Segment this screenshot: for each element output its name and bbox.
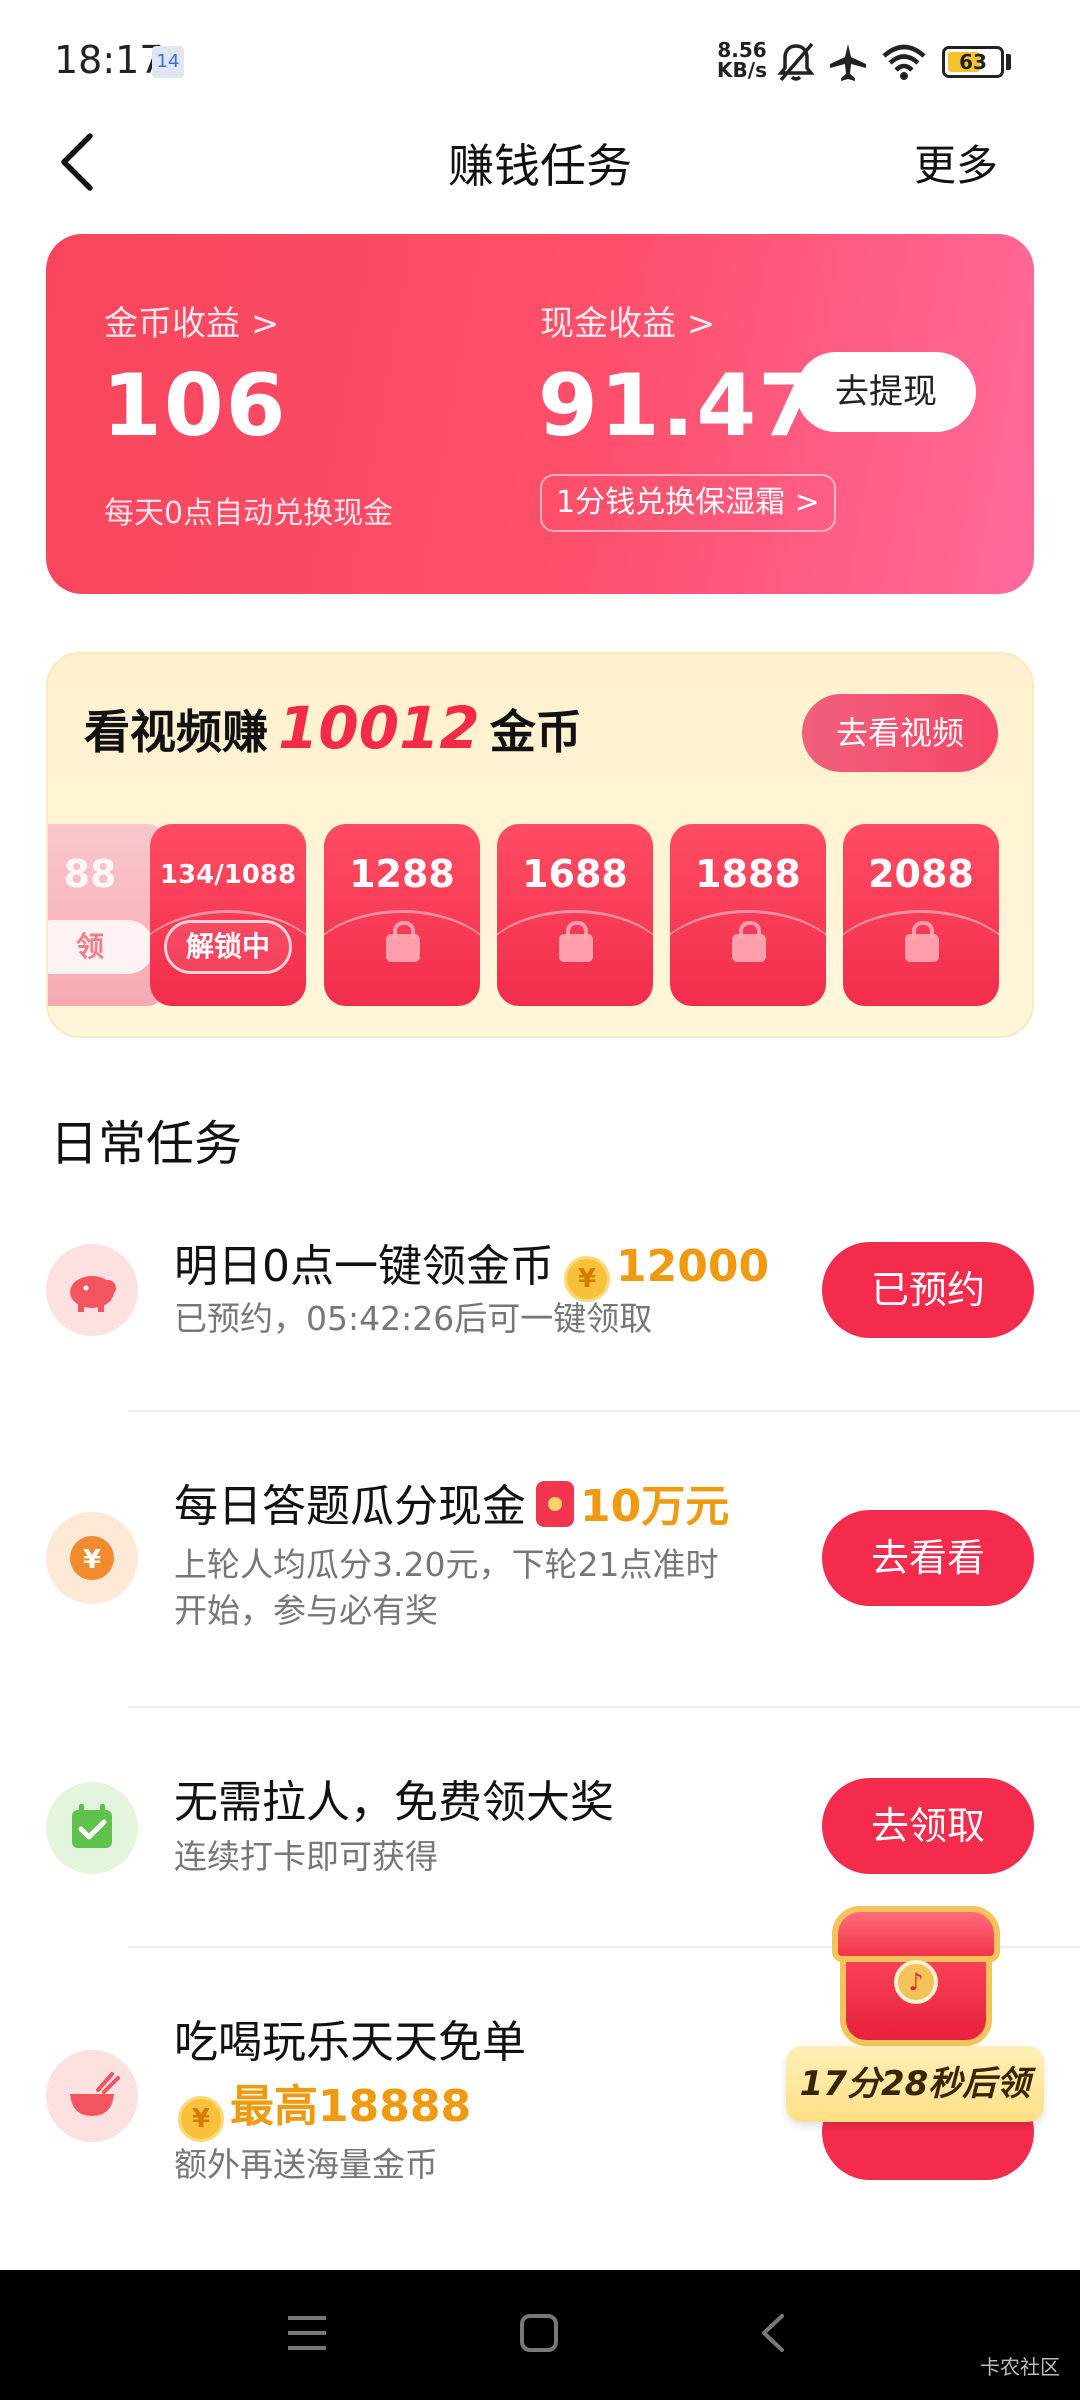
task-reward: 10万元 bbox=[580, 1481, 730, 1532]
task-title: 每日答题瓜分现金 10万元 bbox=[174, 1470, 729, 1534]
status-time: 18:17 bbox=[54, 38, 164, 82]
more-button[interactable]: 更多 bbox=[914, 132, 998, 193]
task-subtitle: 连续打卡即可获得 bbox=[174, 1837, 438, 1876]
daily-tasks-title: 日常任务 bbox=[50, 1116, 243, 1172]
watch-video-card: 看视频赚 10012 金币 去看视频 88 领 134/1088 解锁中 1288 … bbox=[46, 652, 1034, 1038]
video-title-number: 10012 bbox=[278, 694, 480, 762]
task-title-text: 明日0点一键领金币 bbox=[174, 1241, 554, 1292]
red-envelope[interactable]: 1288 bbox=[324, 824, 480, 1006]
music-note-icon: ♪ bbox=[894, 1960, 938, 2004]
task-subtitle: 额外再送海量金币 bbox=[174, 2145, 438, 2184]
coin-icon: ¥ bbox=[178, 2096, 224, 2142]
calendar-check-icon bbox=[46, 1782, 138, 1874]
cash-earnings-value: 91.47 bbox=[538, 356, 821, 456]
task-title: 明日0点一键领金币 ¥12000 bbox=[174, 1230, 769, 1302]
task-subtitle: 已预约，05:42:26后可一键领取 bbox=[174, 1299, 653, 1338]
svg-text:¥: ¥ bbox=[83, 1545, 101, 1575]
notification-badge: 14 bbox=[152, 46, 184, 78]
coin-earnings-label[interactable]: 金币收益 > bbox=[104, 296, 279, 345]
lock-icon bbox=[559, 921, 593, 962]
coin-earnings-value: 106 bbox=[102, 356, 288, 456]
go-look-button[interactable]: 去看看 bbox=[822, 1510, 1034, 1606]
task-subtitle-line: 上轮人均瓜分3.20元，下轮21点准时 bbox=[174, 1545, 719, 1584]
task-title: 无需拉人，免费领大奖 bbox=[174, 1777, 614, 1828]
red-envelope[interactable]: 134/1088 解锁中 bbox=[150, 824, 306, 1006]
lock-icon bbox=[905, 921, 939, 962]
red-packet-icon bbox=[536, 1481, 574, 1527]
exchange-offer-chip[interactable]: 1分钱兑换保湿霜 > bbox=[540, 474, 836, 532]
watermark: 卡农社区 bbox=[980, 2355, 1060, 2379]
envelope-claim-pill: 领 bbox=[48, 920, 154, 974]
network-speed: 8.56 KB/s bbox=[714, 40, 770, 80]
task-title-text: 每日答题瓜分现金 bbox=[174, 1481, 526, 1532]
claim-button[interactable]: 去领取 bbox=[822, 1778, 1034, 1874]
envelope-amount: 2088 bbox=[868, 852, 974, 896]
envelope-amount: 1288 bbox=[349, 852, 455, 896]
task-subtitle: 上轮人均瓜分3.20元，下轮21点准时 开始，参与必有奖 bbox=[174, 1542, 718, 1634]
wifi-icon bbox=[882, 44, 926, 80]
battery-icon: 63 bbox=[942, 46, 1004, 78]
lock-icon bbox=[732, 921, 766, 962]
battery-level: 63 bbox=[959, 50, 987, 74]
video-title-suffix: 金币 bbox=[489, 705, 582, 759]
top-nav: 赚钱任务 更多 bbox=[0, 120, 1080, 200]
cash-earnings-label[interactable]: 现金收益 > bbox=[540, 296, 715, 345]
chest-timer[interactable]: 17分28秒后领 bbox=[786, 2046, 1044, 2122]
network-speed-unit: KB/s bbox=[717, 58, 767, 82]
envelope-amount: 1888 bbox=[695, 852, 801, 896]
bowl-icon bbox=[46, 2050, 138, 2142]
status-bar: 18:17 14 8.56 KB/s 63 bbox=[0, 0, 1080, 120]
watch-video-button[interactable]: 去看视频 bbox=[802, 694, 998, 772]
chest-lid bbox=[832, 1906, 1000, 1962]
task-subtitle-line: 开始，参与必有奖 bbox=[174, 1591, 438, 1630]
menu-icon[interactable] bbox=[284, 2310, 330, 2356]
envelope-amount: 134/1088 bbox=[159, 860, 297, 890]
battery-tip bbox=[1006, 54, 1011, 70]
video-card-title: 看视频赚 10012 金币 bbox=[84, 694, 582, 762]
envelope-unlocking-pill: 解锁中 bbox=[164, 920, 292, 974]
lock-icon bbox=[386, 921, 420, 962]
task-reward: 最高18888 bbox=[230, 2081, 472, 2132]
envelope-amount: 1688 bbox=[522, 852, 628, 896]
divider bbox=[128, 1706, 1080, 1708]
task-title: 吃喝玩乐天天免单 bbox=[174, 2017, 526, 2068]
task-reward-line: ¥ 最高18888 bbox=[168, 2070, 471, 2142]
task-reward: 12000 bbox=[616, 1241, 770, 1292]
yuan-coin-icon: ¥ bbox=[46, 1512, 138, 1604]
coin-exchange-note: 每天0点自动兑换现金 bbox=[104, 496, 394, 531]
system-nav-bar: 卡农社区 bbox=[0, 2270, 1080, 2400]
video-title-prefix: 看视频赚 bbox=[84, 705, 268, 759]
airplane-icon bbox=[830, 44, 866, 81]
reserved-button[interactable]: 已预约 bbox=[822, 1242, 1034, 1338]
treasure-chest[interactable]: ♪ bbox=[826, 1906, 1006, 2066]
mute-bell-icon bbox=[777, 42, 815, 82]
network-speed-value: 8.56 bbox=[717, 38, 767, 62]
red-envelope[interactable]: 1888 bbox=[670, 824, 826, 1006]
red-envelope[interactable]: 1688 bbox=[497, 824, 653, 1006]
withdraw-button[interactable]: 去提现 bbox=[796, 352, 976, 432]
red-envelope[interactable]: 2088 bbox=[843, 824, 999, 1006]
earnings-card: 金币收益 > 106 每天0点自动兑换现金 现金收益 > 91.47 去提现 1… bbox=[46, 234, 1034, 594]
back-icon[interactable] bbox=[752, 2310, 798, 2356]
home-icon[interactable] bbox=[516, 2310, 562, 2356]
divider bbox=[128, 1410, 1080, 1412]
piggy-bank-icon bbox=[46, 1244, 138, 1336]
